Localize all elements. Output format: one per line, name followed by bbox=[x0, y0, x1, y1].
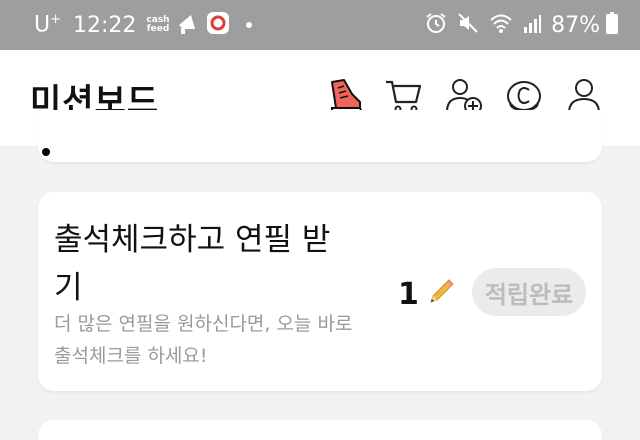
app-notification-icon bbox=[206, 11, 230, 39]
status-bar: U+ 12:22 cash feed 87% bbox=[0, 0, 640, 50]
battery-icon bbox=[606, 12, 618, 38]
mute-icon bbox=[457, 12, 479, 38]
clock: 12:22 bbox=[73, 12, 137, 38]
signal-icon bbox=[523, 13, 542, 37]
alarm-icon bbox=[425, 12, 447, 38]
reward: 1 bbox=[398, 276, 457, 312]
carrier-label: U+ bbox=[34, 12, 62, 38]
mission-title: 출석체크하고 연필 받기 bbox=[54, 222, 331, 306]
wifi-icon bbox=[489, 13, 513, 37]
mission-description: 더 많은 연필을 원하신다면, 오늘 바로 출석체크를 하세요! bbox=[54, 313, 353, 367]
mission-card-attendance[interactable]: 출석체크하고 연필 받기 더 많은 연필을 원하신다면, 오늘 바로 출석체크를… bbox=[38, 192, 602, 391]
mission-card-previous bbox=[38, 110, 602, 162]
megaphone-icon bbox=[176, 11, 198, 39]
more-notifications-dot bbox=[245, 22, 252, 28]
collect-complete-button[interactable]: 적립완료 bbox=[472, 268, 586, 316]
pencil-icon bbox=[425, 276, 457, 312]
reward-count: 1 bbox=[398, 276, 419, 312]
list-bullet bbox=[42, 148, 50, 156]
cashfeed-notification-icon: cash feed bbox=[146, 15, 170, 34]
mission-card-next bbox=[38, 420, 602, 440]
battery-percent: 87% bbox=[551, 12, 600, 38]
